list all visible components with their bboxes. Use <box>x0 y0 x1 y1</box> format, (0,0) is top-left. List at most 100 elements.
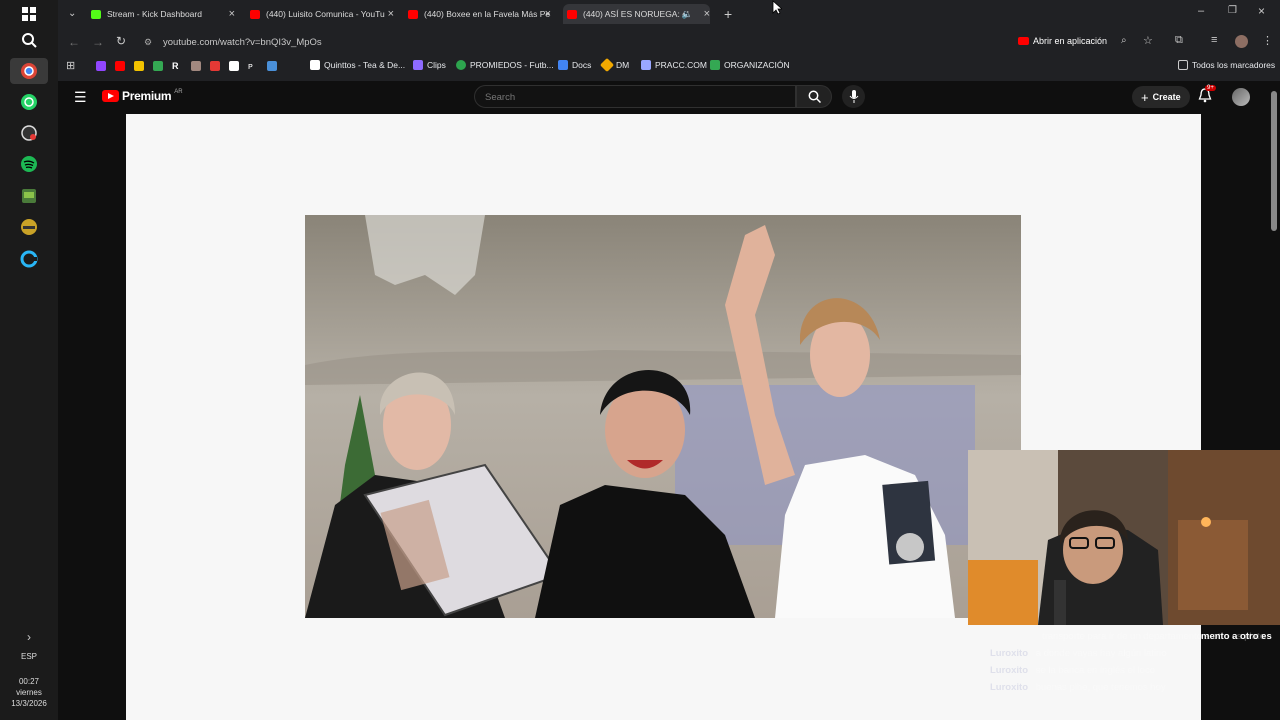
chevron-right-icon[interactable]: › <box>17 625 41 649</box>
p-bookmark-icon[interactable]: ᴘ <box>248 61 258 71</box>
youtube-bookmark-icon[interactable] <box>115 61 125 71</box>
browser-chrome: ⌄ Stream - Kick Dashboard × (440) Luisit… <box>58 0 1280 81</box>
folder-bookmark-icon[interactable] <box>191 61 201 71</box>
chat-overlay: transporte para ir de un departamento a … <box>990 628 1280 696</box>
all-bookmarks[interactable]: Todos los marcadores <box>1178 60 1275 70</box>
channel-avatar[interactable] <box>1232 88 1250 106</box>
bookmark-promiedos[interactable]: PROMIEDOS - Futb... <box>456 60 554 70</box>
spotify-icon[interactable] <box>17 152 41 176</box>
r-bookmark-icon[interactable]: R <box>172 61 182 71</box>
red-bookmark-icon[interactable] <box>210 61 220 71</box>
chat-message: buenas pibe, que tenemos hoy <box>1035 682 1166 693</box>
microphone-icon <box>849 90 858 103</box>
twitch-bookmark-icon[interactable] <box>96 61 106 71</box>
app-clock-icon[interactable] <box>17 121 41 145</box>
media-controls-icon[interactable]: ≡ <box>1211 34 1217 46</box>
bookmark-organizacion[interactable]: ORGANIZACIÓN <box>710 60 790 70</box>
clock-time: 00:27 <box>18 677 40 686</box>
bookmarks-bar: ⊞ R ᴘ Quinttos - Tea & De... Clips PROMI… <box>58 56 1280 78</box>
apps-grid-icon[interactable]: ⊞ <box>66 59 75 72</box>
windows-start-icon[interactable] <box>17 2 41 26</box>
tab-label: Stream - Kick Dashboard <box>107 9 202 19</box>
forward-button[interactable]: → <box>92 35 104 49</box>
search-placeholder: Search <box>485 92 516 103</box>
youtube-logo-icon <box>102 90 119 102</box>
create-button[interactable]: + Create <box>1132 86 1190 108</box>
bookmark-icons-row: R ᴘ <box>96 61 277 71</box>
chat-message-highlight: mento a otro es <box>1201 631 1272 642</box>
profile-avatar[interactable] <box>1235 35 1248 48</box>
bookmark-label: ORGANIZACIÓN <box>724 60 790 70</box>
speaker-icon[interactable]: 🔈 <box>682 9 693 20</box>
new-tab-button[interactable]: + <box>724 6 732 22</box>
chat-username: Luroxito <box>990 682 1028 693</box>
back-button[interactable]: ← <box>68 35 80 49</box>
tab-label: (440) Luisito Comunica - YouTu <box>266 9 385 19</box>
tab-luisito[interactable]: (440) Luisito Comunica - YouTu × <box>250 4 394 24</box>
open-in-app-button[interactable]: Abrir en aplicación <box>1018 36 1107 46</box>
star-icon[interactable]: ☆ <box>1143 34 1153 47</box>
chat-message: a donde vayas hay algún latino <box>1035 648 1167 659</box>
close-window-button[interactable]: × <box>1258 4 1265 18</box>
bookmark-label: PROMIEDOS - Futb... <box>470 60 554 70</box>
create-label: Create <box>1152 92 1181 102</box>
zoom-icon[interactable]: ⌕ <box>1121 35 1127 46</box>
pracc-icon <box>641 60 651 70</box>
menu-kebab-icon[interactable]: ⋮ <box>1262 34 1273 47</box>
address-bar[interactable]: youtube.com/watch?v=bnQI3v_MpOs <box>163 37 322 48</box>
youtube-favicon-icon <box>408 9 418 19</box>
search-input[interactable]: Search <box>474 85 796 108</box>
chat-username: Luroxito <box>990 648 1028 659</box>
chat-message: se la banca en inglés el loco <box>1035 665 1155 676</box>
close-icon[interactable]: × <box>704 8 710 20</box>
app-yellow-icon[interactable] <box>17 215 41 239</box>
keep-bookmark-icon[interactable] <box>134 61 144 71</box>
notifications-button[interactable]: 9+ <box>1198 85 1216 108</box>
tab-noruega-active[interactable]: (440) ASÍ ES NORUEGA: el 🔈 × <box>563 4 710 24</box>
drive-bookmark-icon[interactable] <box>153 61 163 71</box>
tab-kick-dashboard[interactable]: Stream - Kick Dashboard × <box>91 4 235 24</box>
search-icon[interactable] <box>17 28 41 52</box>
extensions-icon[interactable]: ⧉ <box>1175 34 1183 47</box>
bookmark-quinttos[interactable]: Quinttos - Tea & De... <box>310 60 405 70</box>
bookmark-label: Docs <box>572 60 592 70</box>
notification-badge: 9+ <box>1205 85 1216 91</box>
minimize-button[interactable]: – <box>1198 5 1204 17</box>
whatsapp-icon[interactable] <box>17 90 41 114</box>
youtube-app-icon <box>1018 37 1029 45</box>
blue-bookmark-icon[interactable] <box>267 61 277 71</box>
bookmark-label: DM <box>616 60 630 70</box>
tab-label: (440) ASÍ ES NORUEGA: el <box>583 9 689 19</box>
f-bookmark-icon[interactable] <box>229 61 239 71</box>
close-icon[interactable]: × <box>229 8 235 20</box>
windows-taskbar: › ESP 00:27 viernes 13/3/2026 <box>0 0 58 720</box>
tab-search-chevron-icon[interactable]: ⌄ <box>68 8 76 19</box>
region-code: AR <box>174 88 183 95</box>
restore-button[interactable]: ❐ <box>1228 5 1237 16</box>
language-indicator[interactable]: ESP <box>0 651 58 662</box>
tab-boxee[interactable]: (440) Boxee en la Favela Más Pe × <box>408 4 551 24</box>
docs-icon <box>558 60 568 70</box>
bookmark-pracc[interactable]: PRACC.COM <box>641 60 707 70</box>
open-in-app-label: Abrir en aplicación <box>1033 36 1108 46</box>
page-scrollbar[interactable] <box>1271 91 1277 231</box>
bookmark-dm[interactable]: DM <box>599 57 630 73</box>
search-button[interactable] <box>796 85 832 108</box>
reload-button[interactable]: ↻ <box>116 34 126 48</box>
bookmark-clips[interactable]: Clips <box>413 60 446 70</box>
youtube-premium-logo[interactable]: Premium AR <box>102 89 183 103</box>
bookmark-docs[interactable]: Docs <box>558 60 591 70</box>
app-c-icon[interactable] <box>17 247 41 271</box>
bookmark-label: Quinttos - Tea & De... <box>324 60 406 70</box>
chrome-taskbar-icon[interactable] <box>10 58 48 84</box>
close-icon[interactable]: × <box>388 8 394 20</box>
clips-icon <box>413 60 423 70</box>
youtube-favicon-icon <box>567 9 577 19</box>
voice-search-button[interactable] <box>842 85 865 108</box>
hamburger-menu-icon[interactable]: ☰ <box>74 89 87 106</box>
close-icon[interactable]: × <box>545 8 551 20</box>
site-info-icon[interactable]: ⚙ <box>144 37 152 48</box>
chat-line: transporte para ir de un departamento a … <box>990 628 1280 645</box>
clock-day: viernes <box>16 688 42 697</box>
app-green-icon[interactable] <box>17 184 41 208</box>
